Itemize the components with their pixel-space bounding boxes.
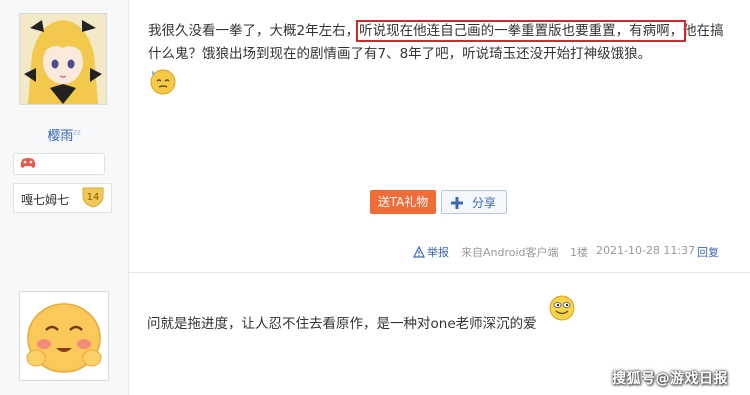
client-info: 来自Android客户端	[461, 246, 559, 259]
grin-emoji-icon	[549, 295, 575, 321]
plus-icon	[451, 197, 463, 209]
report-label: 举报	[427, 246, 449, 259]
post-text-before: 我很久没看一拳了，大概2年左右，	[148, 23, 360, 39]
level-box[interactable]: 嘎七姆七 14	[13, 183, 112, 213]
username-text[interactable]: 樱雨	[47, 129, 73, 144]
badge-box[interactable]	[13, 153, 105, 175]
floor-number: 1楼	[570, 246, 588, 259]
post-floor-1: 楼主 樱雨zz 嘎七姆七 14 我很久没看一拳了，大概2年左右，听说现在他连自己…	[0, 0, 750, 272]
warning-icon	[413, 245, 425, 258]
post-time: 2021-10-28 11:37	[596, 244, 696, 257]
avatar-2[interactable]	[19, 291, 109, 381]
blushing-face-avatar-image	[20, 292, 108, 380]
post-text-highlight: 听说现在他连自己画的一拳重置版也要重置，有病啊，	[356, 20, 687, 42]
post-content: 我很久没看一拳了，大概2年左右，听说现在他连自己画的一拳重置版也要重置，有病啊，…	[148, 20, 728, 66]
author-sidebar-2	[0, 272, 129, 395]
share-label: 分享	[472, 196, 497, 210]
report-link[interactable]: 举报	[413, 244, 449, 260]
level-name: 嘎七姆七	[21, 193, 70, 207]
sweat-emoji-icon	[150, 69, 176, 95]
send-gift-button[interactable]: 送TA礼物	[370, 190, 436, 214]
author-sidebar: 楼主 樱雨zz 嘎七姆七 14	[0, 0, 129, 272]
avatar[interactable]: 楼主	[19, 13, 107, 105]
gamepad-icon	[20, 158, 36, 168]
level-badge-icon: 14	[82, 187, 104, 208]
level-number: 14	[87, 192, 100, 203]
username-suffix: zz	[73, 128, 81, 137]
watermark: 搜狐号@游戏日报	[612, 371, 728, 387]
anime-avatar-image	[20, 14, 106, 104]
share-button[interactable]: 分享	[441, 190, 507, 214]
post-floor-2: 问就是拖进度，让人忍不住去看原作，是一种对one老师深沉的爱 搜狐号@游戏日报	[0, 272, 750, 395]
username[interactable]: 樱雨zz	[0, 125, 128, 144]
reply-link[interactable]: 回复	[697, 244, 719, 260]
post-content-2: 问就是拖进度，让人忍不住去看原作，是一种对one老师深沉的爱	[147, 316, 537, 332]
